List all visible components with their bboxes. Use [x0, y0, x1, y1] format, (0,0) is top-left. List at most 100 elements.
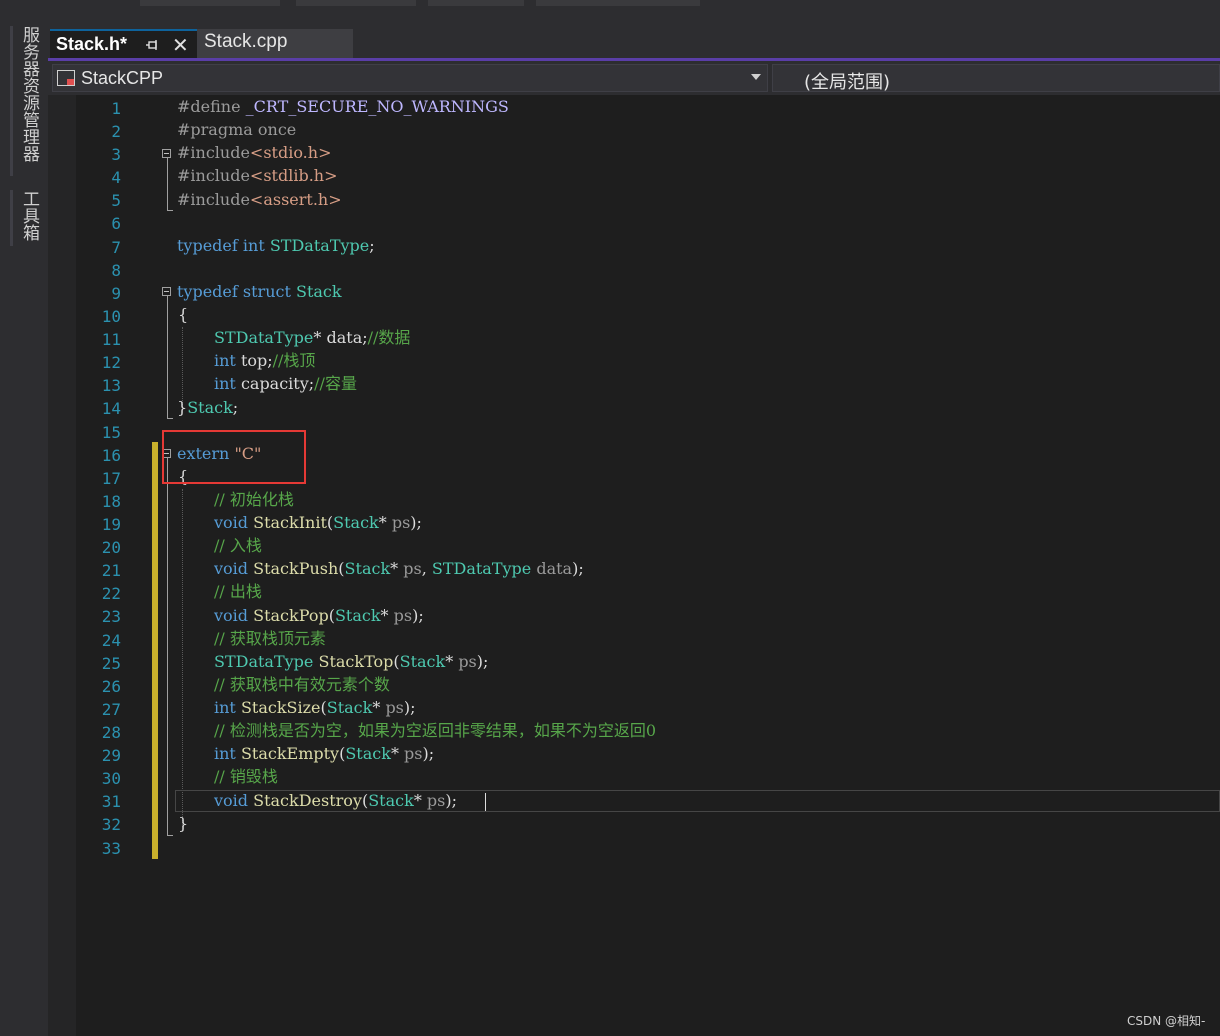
fold-end	[167, 418, 173, 419]
tab-label: Stack.cpp	[204, 31, 288, 52]
document-tab-bar: Stack.h* ✕ Stack.cpp	[48, 8, 1220, 60]
fold-line	[167, 296, 168, 418]
indent-guide	[182, 327, 183, 407]
code-line: #include<assert.h>	[177, 190, 342, 209]
panel-tab-marker	[10, 26, 13, 176]
line-number: 2	[111, 122, 121, 141]
toolbar-segment[interactable]	[536, 0, 700, 6]
close-icon[interactable]: ✕	[172, 33, 189, 57]
line-number: 15	[101, 423, 121, 442]
code-line: // 入栈	[214, 536, 262, 555]
line-number: 7	[111, 238, 121, 257]
project-name: StackCPP	[81, 68, 164, 88]
code-line: void StackInit(Stack* ps);	[214, 513, 422, 532]
fold-end	[167, 210, 173, 211]
line-number: 27	[101, 700, 121, 719]
toolbar-segment[interactable]	[428, 0, 524, 6]
editor-margin	[48, 95, 76, 1036]
code-line: typedef int STDataType;	[177, 236, 375, 255]
line-number: 6	[111, 214, 121, 233]
code-line: #include<stdlib.h>	[177, 166, 338, 185]
highlight-box	[162, 430, 306, 484]
project-icon	[57, 70, 75, 86]
code-line: #pragma once	[177, 120, 297, 139]
code-line: }Stack;	[177, 398, 239, 417]
line-number: 1	[111, 99, 121, 118]
code-line: void StackPop(Stack* ps);	[214, 606, 424, 625]
panel-tab-marker	[10, 190, 13, 246]
line-number: 23	[101, 607, 121, 626]
project-dropdown[interactable]: StackCPP	[52, 64, 768, 92]
code-line: }	[178, 814, 189, 833]
watermark: CSDN @相知-	[1127, 1014, 1206, 1028]
server-explorer-tab[interactable]: 服务器资源管理器	[14, 26, 39, 162]
code-line: // 获取栈顶元素	[214, 629, 326, 648]
fold-end	[167, 835, 173, 836]
toolbar-segment[interactable]	[296, 0, 416, 6]
code-line: void StackPush(Stack* ps, STDataType dat…	[214, 559, 584, 578]
line-number: 16	[101, 446, 121, 465]
line-number: 9	[111, 284, 121, 303]
line-number: 26	[101, 677, 121, 696]
code-line: // 获取栈中有效元素个数	[214, 675, 390, 694]
line-number: 11	[101, 330, 121, 349]
code-line: int top;//栈顶	[214, 351, 316, 370]
code-line: STDataType* data;//数据	[214, 328, 411, 347]
code-editor[interactable]: 1 2 3 4 5 6 7 8 9 10 11 12 13 14 15 16 1…	[48, 95, 1220, 1036]
line-number: 25	[101, 654, 121, 673]
line-number: 4	[111, 168, 121, 187]
code-line: STDataType StackTop(Stack* ps);	[214, 652, 489, 671]
line-number: 8	[111, 261, 121, 280]
toolbar-segment[interactable]	[140, 0, 280, 6]
code-line: int StackEmpty(Stack* ps);	[214, 744, 435, 763]
toolbox-tab[interactable]: 工具箱	[14, 190, 39, 241]
line-number: 28	[101, 723, 121, 742]
fold-line	[167, 458, 168, 835]
line-number: 30	[101, 769, 121, 788]
title-strip	[0, 0, 1220, 8]
left-tool-panel: 服务器资源管理器 工具箱	[0, 8, 48, 1036]
indent-guide	[182, 489, 183, 827]
code-line: #define _CRT_SECURE_NO_WARNINGS	[177, 97, 509, 116]
line-number: 17	[101, 469, 121, 488]
code-line: {	[178, 305, 189, 324]
line-number: 18	[101, 492, 121, 511]
pin-icon[interactable]	[146, 38, 160, 52]
line-number: 12	[101, 353, 121, 372]
code-line: typedef struct Stack	[177, 282, 342, 301]
tab-label: Stack.h*	[56, 34, 128, 54]
line-number: 29	[101, 746, 121, 765]
line-number: 10	[101, 307, 121, 326]
change-indicator	[152, 442, 158, 859]
line-number: 20	[101, 538, 121, 557]
code-line: #include<stdio.h>	[177, 143, 332, 162]
line-number: 31	[101, 792, 121, 811]
line-number: 22	[101, 584, 121, 603]
line-number: 32	[101, 815, 121, 834]
code-line: int StackSize(Stack* ps);	[214, 698, 416, 717]
scope-name: (全局范围)	[804, 72, 891, 93]
line-number: 14	[101, 399, 121, 418]
line-number: 3	[111, 145, 121, 164]
code-line: int capacity;//容量	[214, 374, 357, 393]
line-number: 21	[101, 561, 121, 580]
code-line: // 出栈	[214, 582, 262, 601]
code-line: // 初始化栈	[214, 490, 294, 509]
text-caret	[485, 793, 486, 811]
collapse-icon[interactable]	[162, 287, 171, 296]
line-number: 33	[101, 839, 121, 858]
code-line: // 检测栈是否为空，如果为空返回非零结果，如果不为空返回0	[214, 721, 657, 740]
line-number: 24	[101, 631, 121, 650]
line-number: 5	[111, 191, 121, 210]
navigation-bar: StackCPP (全局范围)	[48, 61, 1220, 95]
scope-dropdown[interactable]: (全局范围)	[772, 64, 1220, 93]
tab-stack-h[interactable]: Stack.h* ✕	[50, 29, 197, 60]
line-number: 13	[101, 376, 121, 395]
code-line: void StackDestroy(Stack* ps);	[214, 791, 457, 810]
collapse-icon[interactable]	[162, 149, 171, 158]
chevron-down-icon[interactable]	[751, 74, 761, 80]
line-number: 19	[101, 515, 121, 534]
tab-stack-cpp[interactable]: Stack.cpp	[197, 29, 353, 58]
code-line: // 销毁栈	[214, 767, 278, 786]
fold-line	[167, 158, 168, 210]
